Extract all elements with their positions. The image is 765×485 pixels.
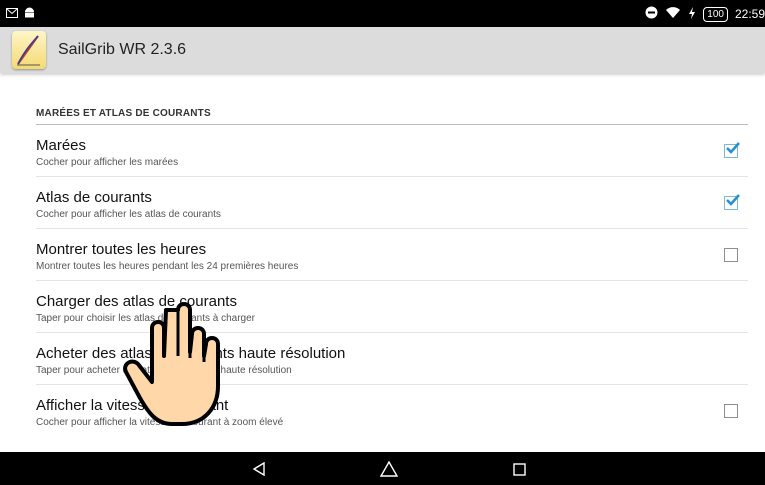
minus-circle-icon [645,6,658,22]
pref-title: Marées [36,137,87,154]
checkmark-icon [726,194,740,206]
charging-icon [688,6,696,22]
navigation-bar [0,452,765,485]
checkmark-icon [726,142,740,154]
status-right-icons: 100 22:59 [645,4,765,24]
android-icon [24,5,35,23]
home-icon[interactable] [378,458,400,480]
recents-icon[interactable] [508,458,530,480]
app-bar: SailGrib WR 2.3.6 [0,27,765,73]
mail-icon [6,5,18,23]
montrer-toutes-les-heures-checkbox[interactable] [724,248,738,262]
clock: 22:59 [734,7,765,21]
marees-checkbox[interactable] [724,142,740,158]
pref-summary: Cocher pour afficher les marées [36,157,179,168]
tap-hand-icon [123,302,220,426]
back-icon[interactable] [248,458,270,480]
pref-marees[interactable]: Marées Cocher pour afficher les marées [36,125,748,177]
pref-atlas-de-courants[interactable]: Atlas de courants Cocher pour afficher l… [36,177,748,229]
sailgrib-app-icon[interactable] [12,31,46,69]
status-bar: 100 22:59 [0,0,765,27]
afficher-vitesse-checkbox[interactable] [724,404,738,418]
section-header: MARÉES ET ATLAS DE COURANTS [36,108,211,119]
wifi-icon [665,6,681,22]
pref-title: Montrer toutes les heures [36,241,207,258]
battery-level: 100 [703,6,728,22]
atlas-de-courants-checkbox[interactable] [724,194,740,210]
status-left-icons [6,6,35,22]
pref-title: Atlas de courants [36,189,152,206]
pref-summary: Montrer toutes les heures pendant les 24… [36,261,299,272]
app-title: SailGrib WR 2.3.6 [58,41,187,58]
pref-summary: Cocher pour afficher les atlas de couran… [36,209,221,220]
pref-montrer-toutes-les-heures[interactable]: Montrer toutes les heures Montrer toutes… [36,229,748,281]
